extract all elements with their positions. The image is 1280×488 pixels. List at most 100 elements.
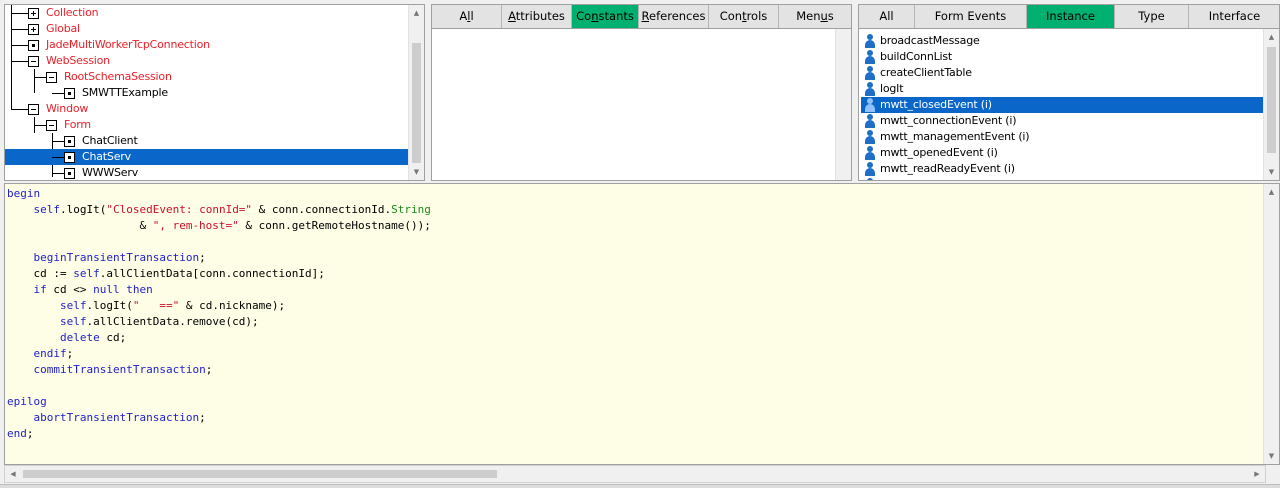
tree-node[interactable]: Form xyxy=(5,117,410,133)
code-line[interactable]: & ", rem-host=" & conn.getRemoteHostname… xyxy=(7,218,431,234)
tab-constants[interactable]: Constants xyxy=(572,5,639,28)
code-token: ; xyxy=(66,347,74,360)
code-line[interactable]: cd := self.allClientData[conn.connection… xyxy=(7,266,431,282)
tab-instance[interactable]: Instance xyxy=(1027,5,1115,28)
collapse-icon[interactable] xyxy=(28,56,39,67)
code-token: ; xyxy=(205,363,213,376)
expand-icon[interactable] xyxy=(28,8,39,19)
tree-node[interactable]: ChatClient xyxy=(5,133,410,149)
scroll-down-icon[interactable]: ▼ xyxy=(409,164,424,180)
code-token: then xyxy=(126,283,153,296)
leaf-node-icon xyxy=(64,88,75,99)
method-list-item[interactable]: mwtt_managementEvent (i) xyxy=(861,129,1264,145)
tab-controls[interactable]: Controls xyxy=(709,5,779,28)
collapse-icon[interactable] xyxy=(28,104,39,115)
scroll-right-icon[interactable]: ▶ xyxy=(1249,466,1265,482)
class-tree[interactable]: Collection Global JadeMultiWorkerTcpConnec… xyxy=(5,5,410,180)
method-name: mwtt_managementEvent (i) xyxy=(880,130,1030,143)
tree-node[interactable]: WWWServ xyxy=(5,165,410,180)
code-line[interactable]: endif; xyxy=(7,346,431,362)
code-line[interactable]: epilog xyxy=(7,394,431,410)
code-token: endif xyxy=(33,347,67,360)
tree-node-label: Form xyxy=(64,118,91,131)
scroll-down-icon[interactable]: ▼ xyxy=(1264,448,1279,464)
tree-node[interactable]: SMWTTExample xyxy=(5,85,410,101)
leaf-node-icon xyxy=(64,152,75,163)
method-name: createClientTable xyxy=(880,66,972,79)
scroll-up-icon[interactable]: ▲ xyxy=(409,5,424,21)
scroll-up-icon[interactable]: ▲ xyxy=(1264,184,1279,200)
code-line[interactable] xyxy=(7,234,431,250)
tab-type[interactable]: Type xyxy=(1115,5,1189,28)
method-list-item[interactable]: broadcastMessage xyxy=(861,33,1264,49)
method-name: mwtt_userEvent (i) xyxy=(880,177,981,180)
tree-node[interactable]: JadeMultiWorkerTcpConnection xyxy=(5,37,410,53)
method-list-item[interactable]: mwtt_closedEvent (i) xyxy=(861,97,1264,113)
code-line[interactable]: self.allClientData.remove(cd); xyxy=(7,314,431,330)
properties-scrollbar[interactable] xyxy=(835,29,851,180)
scroll-left-icon[interactable]: ◀ xyxy=(5,466,21,482)
method-list-item[interactable]: mwtt_userEvent (i) xyxy=(861,177,1264,180)
tab-all[interactable]: All xyxy=(859,5,915,28)
code-line[interactable] xyxy=(7,378,431,394)
method-user-icon xyxy=(864,34,876,48)
methods-scrollbar[interactable]: ▲ ▼ xyxy=(1263,29,1279,180)
tab-menus[interactable]: Menus xyxy=(779,5,851,28)
methods-scroll-thumb[interactable] xyxy=(1267,47,1276,153)
code-line[interactable]: if cd <> null then xyxy=(7,282,431,298)
code-line[interactable]: self.logIt("ClosedEvent: connId=" & conn… xyxy=(7,202,431,218)
collapse-icon[interactable] xyxy=(46,120,57,131)
tab-attributes[interactable]: Attributes xyxy=(502,5,572,28)
method-name: mwtt_connectionEvent (i) xyxy=(880,114,1017,127)
code-token: self xyxy=(73,267,100,280)
tree-connector-line xyxy=(52,157,64,158)
horizontal-scroll-thumb[interactable] xyxy=(23,470,497,478)
code-token: & conn.getRemoteHostname()); xyxy=(238,219,431,232)
code-editor[interactable]: begin self.logIt("ClosedEvent: connId=" … xyxy=(4,183,1280,465)
code-token: epilog xyxy=(7,395,47,408)
tree-connector-line xyxy=(52,93,64,94)
code-token: .allClientData[conn.connectionId]; xyxy=(99,267,325,280)
class-tree-scrollbar[interactable]: ▲ ▼ xyxy=(408,5,424,180)
code-token: null xyxy=(93,283,120,296)
code-text[interactable]: begin self.logIt("ClosedEvent: connId=" … xyxy=(7,186,431,442)
code-token: begin xyxy=(7,187,41,200)
class-tree-scroll-thumb[interactable] xyxy=(412,43,421,163)
class-tree-pane[interactable]: Collection Global JadeMultiWorkerTcpConnec… xyxy=(4,4,425,181)
methods-list[interactable]: broadcastMessage buildConnList createClien… xyxy=(861,29,1264,180)
method-list-item[interactable]: createClientTable xyxy=(861,65,1264,81)
method-list-item[interactable]: mwtt_openedEvent (i) xyxy=(861,145,1264,161)
code-line[interactable]: self.logIt(" ==" & cd.nickname); xyxy=(7,298,431,314)
tree-node[interactable]: Window xyxy=(5,101,410,117)
code-token: & xyxy=(7,219,153,232)
code-line[interactable]: beginTransientTransaction; xyxy=(7,250,431,266)
tab-all[interactable]: All xyxy=(432,5,502,28)
code-line[interactable]: begin xyxy=(7,186,431,202)
expand-icon[interactable] xyxy=(28,24,39,35)
editor-horizontal-scrollbar[interactable]: ◀ ▶ xyxy=(4,465,1266,483)
code-token: "ClosedEvent: connId=" xyxy=(106,203,253,216)
tree-connector-line xyxy=(11,109,28,110)
code-line[interactable]: delete cd; xyxy=(7,330,431,346)
collapse-icon[interactable] xyxy=(46,72,57,83)
method-list-item[interactable]: mwtt_readReadyEvent (i) xyxy=(861,161,1264,177)
scroll-up-icon[interactable]: ▲ xyxy=(1264,29,1279,45)
code-line[interactable]: abortTransientTransaction; xyxy=(7,410,431,426)
tree-node[interactable]: Global xyxy=(5,21,410,37)
code-line[interactable]: end; xyxy=(7,426,431,442)
method-list-item[interactable]: mwtt_connectionEvent (i) xyxy=(861,113,1264,129)
tab-interface[interactable]: Interface xyxy=(1189,5,1279,28)
code-token: end xyxy=(7,427,27,440)
method-list-item[interactable]: buildConnList xyxy=(861,49,1264,65)
code-line[interactable]: commitTransientTransaction; xyxy=(7,362,431,378)
tree-node[interactable]: ChatServ xyxy=(5,149,410,165)
method-list-item[interactable]: logIt xyxy=(861,81,1264,97)
scroll-down-icon[interactable]: ▼ xyxy=(1264,164,1279,180)
tree-node[interactable]: WebSession xyxy=(5,53,410,69)
tab-form-events[interactable]: Form Events xyxy=(915,5,1027,28)
editor-scrollbar[interactable]: ▲ ▼ xyxy=(1263,184,1279,464)
tree-node[interactable]: Collection xyxy=(5,5,410,21)
tree-node[interactable]: RootSchemaSession xyxy=(5,69,410,85)
tab-references[interactable]: References xyxy=(639,5,709,28)
